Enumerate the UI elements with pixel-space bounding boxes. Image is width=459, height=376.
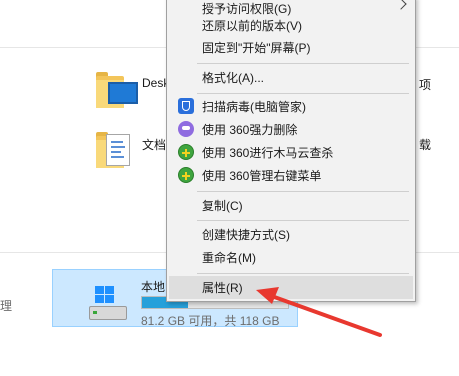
menu-separator [197, 191, 409, 192]
360-robot-icon [178, 121, 194, 137]
menu-item-pin-to-start[interactable]: 固定到"开始"屏幕(P) [169, 36, 413, 59]
menu-item-scan-virus[interactable]: 扫描病毒(电脑管家) [169, 95, 413, 118]
drive-name: 本地 [141, 280, 166, 294]
partial-label-left: 理 [0, 299, 13, 313]
desktop-folder-icon [96, 70, 138, 108]
menu-separator [197, 93, 409, 94]
folder-name: 文档 [142, 138, 167, 152]
context-menu: 授予访问权限(G) 还原以前的版本(V) 固定到"开始"屏幕(P) 格式化(A)… [166, 0, 416, 302]
windows-drive-icon [87, 286, 129, 322]
menu-item-360-manage-menu[interactable]: 使用 360管理右键菜单 [169, 164, 413, 187]
360-plus-icon [178, 144, 194, 160]
menu-item-restore-versions[interactable]: 还原以前的版本(V) [169, 14, 413, 37]
menu-item-label: 创建快捷方式(S) [202, 228, 290, 242]
drive-free-space: 81.2 GB 可用，共 118 GB [141, 314, 280, 328]
menu-item-format[interactable]: 格式化(A)... [169, 66, 413, 89]
360-plus-icon [178, 167, 194, 183]
partial-label-mid: 载 [419, 138, 432, 152]
menu-item-copy[interactable]: 复制(C) [169, 194, 413, 217]
tencent-shield-icon [178, 98, 194, 114]
menu-separator [197, 220, 409, 221]
menu-item-label: 复制(C) [202, 199, 243, 213]
menu-item-rename[interactable]: 重命名(M) [169, 246, 413, 269]
menu-item-360-trojan-scan[interactable]: 使用 360进行木马云查杀 [169, 141, 413, 164]
menu-item-label: 使用 360强力删除 [202, 123, 298, 137]
menu-item-properties[interactable]: 属性(R) [169, 276, 413, 299]
menu-item-label: 重命名(M) [202, 251, 256, 265]
menu-item-label: 格式化(A)... [202, 71, 264, 85]
menu-item-label: 使用 360管理右键菜单 [202, 169, 322, 183]
menu-item-label: 固定到"开始"屏幕(P) [202, 41, 311, 55]
menu-item-label: 使用 360进行木马云查杀 [202, 146, 334, 160]
menu-item-360-force-delete[interactable]: 使用 360强力删除 [169, 118, 413, 141]
menu-item-label: 扫描病毒(电脑管家) [202, 100, 306, 114]
chevron-right-icon [395, 0, 407, 10]
menu-separator [197, 273, 409, 274]
menu-item-label: 属性(R) [202, 281, 243, 295]
menu-separator [197, 63, 409, 64]
menu-item-label: 还原以前的版本(V) [202, 19, 302, 33]
menu-item-create-shortcut[interactable]: 创建快捷方式(S) [169, 223, 413, 246]
documents-folder-icon [96, 130, 138, 168]
partial-label-top: 项 [419, 78, 432, 92]
